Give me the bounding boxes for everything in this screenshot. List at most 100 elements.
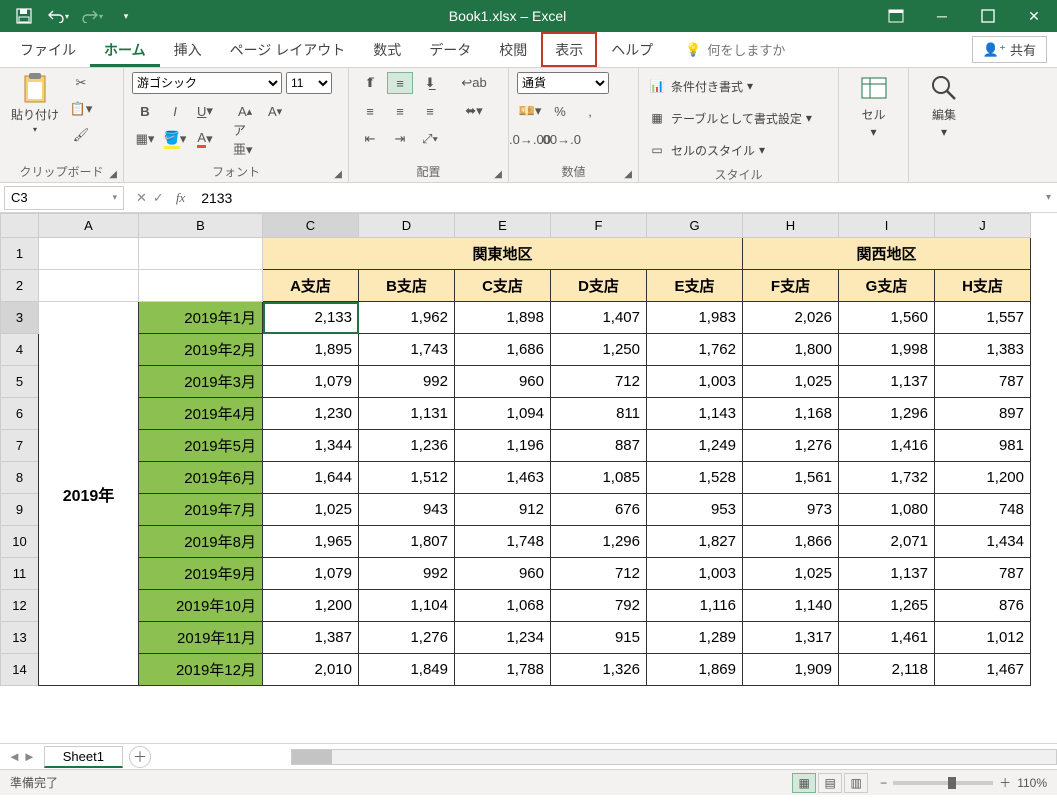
comma-button[interactable]: ,: [577, 100, 603, 122]
column-header-G[interactable]: G: [647, 214, 743, 238]
row-header-12[interactable]: 12: [1, 590, 39, 622]
data-cell[interactable]: 792: [551, 590, 647, 622]
close-button[interactable]: ✕: [1011, 0, 1057, 32]
scroll-tabs-left[interactable]: ◄: [8, 749, 21, 764]
data-cell[interactable]: 1,849: [359, 654, 455, 686]
data-cell[interactable]: 1,249: [647, 430, 743, 462]
align-center-button[interactable]: ≡: [387, 100, 413, 122]
zoom-level[interactable]: 110%: [1017, 776, 1047, 790]
select-all-corner[interactable]: [1, 214, 39, 238]
save-button[interactable]: [8, 2, 40, 30]
merge-cells-button[interactable]: ⬌▾: [461, 100, 487, 122]
data-cell[interactable]: 1,140: [743, 590, 839, 622]
font-name-select[interactable]: 游ゴシック: [132, 72, 282, 94]
data-cell[interactable]: 1,104: [359, 590, 455, 622]
increase-indent-button[interactable]: ⇥: [387, 128, 413, 150]
column-header-D[interactable]: D: [359, 214, 455, 238]
data-cell[interactable]: 1,200: [935, 462, 1031, 494]
column-header-H[interactable]: H: [743, 214, 839, 238]
data-cell[interactable]: 915: [551, 622, 647, 654]
data-cell[interactable]: 2,118: [839, 654, 935, 686]
data-cell[interactable]: 1,807: [359, 526, 455, 558]
data-cell[interactable]: 712: [551, 366, 647, 398]
data-cell[interactable]: 887: [551, 430, 647, 462]
row-header-13[interactable]: 13: [1, 622, 39, 654]
phonetic-button[interactable]: ア亜▾: [232, 128, 258, 150]
data-cell[interactable]: 1,131: [359, 398, 455, 430]
number-launcher[interactable]: ◢: [624, 169, 632, 180]
cut-button[interactable]: ✂: [68, 72, 94, 94]
data-cell[interactable]: 1,003: [647, 366, 743, 398]
data-cell[interactable]: 992: [359, 366, 455, 398]
column-header-E[interactable]: E: [455, 214, 551, 238]
share-button[interactable]: 👤⁺共有: [972, 36, 1047, 63]
align-middle-button[interactable]: ≡: [387, 72, 413, 94]
ribbon-options-button[interactable]: [873, 0, 919, 32]
data-cell[interactable]: 1,094: [455, 398, 551, 430]
zoom-slider[interactable]: [893, 781, 993, 785]
fx-icon[interactable]: fx: [176, 190, 193, 206]
data-cell[interactable]: 2,010: [263, 654, 359, 686]
data-cell[interactable]: 1,387: [263, 622, 359, 654]
percent-button[interactable]: %: [547, 100, 573, 122]
decrease-decimal-button[interactable]: .00→.0: [547, 128, 573, 150]
zoom-in-button[interactable]: ＋: [999, 774, 1011, 791]
data-cell[interactable]: 1,743: [359, 334, 455, 366]
data-cell[interactable]: 973: [743, 494, 839, 526]
data-cell[interactable]: 1,079: [263, 366, 359, 398]
data-cell[interactable]: 1,196: [455, 430, 551, 462]
cancel-formula-button[interactable]: ✕: [136, 190, 147, 206]
data-cell[interactable]: 953: [647, 494, 743, 526]
number-format-select[interactable]: 通貨: [517, 72, 609, 94]
borders-button[interactable]: ▦▾: [132, 128, 158, 150]
data-cell[interactable]: 2,133: [263, 302, 359, 334]
data-cell[interactable]: 748: [935, 494, 1031, 526]
tab-home[interactable]: ホーム: [90, 32, 160, 67]
row-header-10[interactable]: 10: [1, 526, 39, 558]
data-cell[interactable]: 1,025: [263, 494, 359, 526]
sheet-tab-sheet1[interactable]: Sheet1: [44, 746, 123, 768]
data-cell[interactable]: 1,965: [263, 526, 359, 558]
data-cell[interactable]: 1,137: [839, 366, 935, 398]
data-cell[interactable]: 1,025: [743, 366, 839, 398]
font-launcher[interactable]: ◢: [334, 169, 342, 180]
data-cell[interactable]: 1,463: [455, 462, 551, 494]
data-cell[interactable]: 1,143: [647, 398, 743, 430]
underline-button[interactable]: U▾: [192, 100, 218, 122]
data-cell[interactable]: 1,434: [935, 526, 1031, 558]
data-cell[interactable]: 1,079: [263, 558, 359, 590]
data-cell[interactable]: 1,512: [359, 462, 455, 494]
data-cell[interactable]: 1,250: [551, 334, 647, 366]
data-cell[interactable]: 1,962: [359, 302, 455, 334]
row-header-4[interactable]: 4: [1, 334, 39, 366]
data-cell[interactable]: 1,686: [455, 334, 551, 366]
new-sheet-button[interactable]: ＋: [129, 746, 151, 768]
enter-formula-button[interactable]: ✓: [153, 190, 164, 206]
formula-input[interactable]: [193, 186, 1040, 210]
data-cell[interactable]: 1,012: [935, 622, 1031, 654]
data-cell[interactable]: 960: [455, 558, 551, 590]
undo-button[interactable]: ▾: [42, 2, 74, 30]
data-cell[interactable]: 981: [935, 430, 1031, 462]
data-cell[interactable]: 1,732: [839, 462, 935, 494]
data-cell[interactable]: 897: [935, 398, 1031, 430]
row-header-1[interactable]: 1: [1, 238, 39, 270]
data-cell[interactable]: 712: [551, 558, 647, 590]
tab-view[interactable]: 表示: [541, 32, 597, 67]
data-cell[interactable]: 787: [935, 366, 1031, 398]
page-layout-view-button[interactable]: ▤: [818, 773, 842, 793]
row-header-14[interactable]: 14: [1, 654, 39, 686]
data-cell[interactable]: 1,276: [743, 430, 839, 462]
data-cell[interactable]: 943: [359, 494, 455, 526]
data-cell[interactable]: 1,326: [551, 654, 647, 686]
data-cell[interactable]: 1,561: [743, 462, 839, 494]
row-header-7[interactable]: 7: [1, 430, 39, 462]
font-size-select[interactable]: 11: [286, 72, 332, 94]
data-cell[interactable]: 876: [935, 590, 1031, 622]
column-header-B[interactable]: B: [139, 214, 263, 238]
horizontal-scrollbar[interactable]: [291, 749, 1057, 765]
data-cell[interactable]: 1,080: [839, 494, 935, 526]
row-header-2[interactable]: 2: [1, 270, 39, 302]
italic-button[interactable]: I: [162, 100, 188, 122]
data-cell[interactable]: 1,265: [839, 590, 935, 622]
